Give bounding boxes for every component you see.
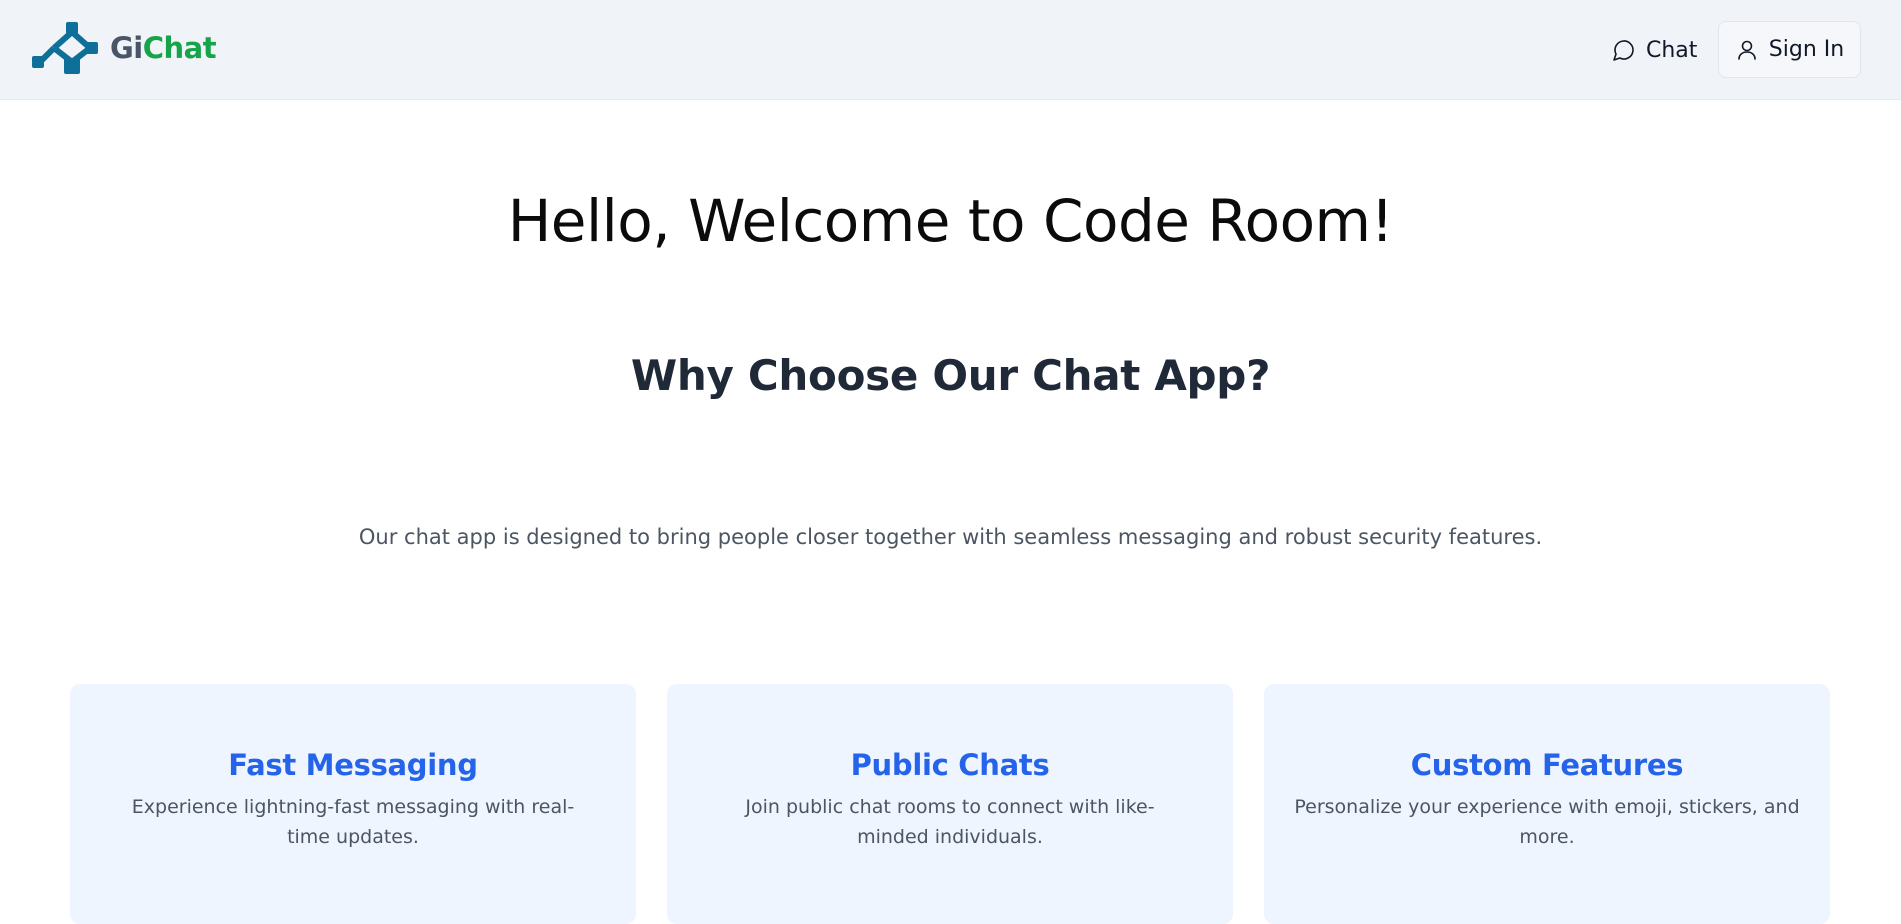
chat-bubble-icon (1613, 40, 1634, 61)
top-navbar: GiChat Chat Sign In (0, 0, 1901, 100)
feature-card-fast-messaging: Fast Messaging Experience lightning-fast… (70, 684, 636, 924)
feature-card-title: Public Chats (850, 748, 1050, 782)
logo-text-gi: Gi (110, 31, 143, 65)
feature-card-custom-features: Custom Features Personalize your experie… (1264, 684, 1830, 924)
why-choose-description: Our chat app is designed to bring people… (358, 525, 1543, 549)
logo-link[interactable]: GiChat (32, 22, 217, 74)
logo-icon (32, 22, 98, 74)
logo-text-chat: Chat (142, 31, 217, 65)
feature-card-title: Custom Features (1410, 748, 1684, 782)
nav-chat-label: Chat (1646, 37, 1698, 63)
feature-card-title: Fast Messaging (228, 748, 478, 782)
why-choose-heading: Why Choose Our Chat App? (630, 351, 1271, 400)
sign-in-button[interactable]: Sign In (1718, 21, 1861, 78)
sign-in-label: Sign In (1768, 37, 1845, 62)
feature-card-description: Personalize your experience with emoji, … (1294, 796, 1800, 848)
feature-card-description: Experience lightning-fast messaging with… (131, 796, 575, 848)
nav-chat-link[interactable]: Chat (1598, 22, 1709, 78)
feature-card-public-chats: Public Chats Join public chat rooms to c… (667, 684, 1233, 924)
feature-card-description: Join public chat rooms to connect with l… (745, 796, 1155, 848)
logo-wordmark: GiChat (110, 31, 217, 65)
hero-title: Hello, Welcome to Code Room! (507, 187, 1394, 255)
user-icon (1737, 40, 1756, 60)
